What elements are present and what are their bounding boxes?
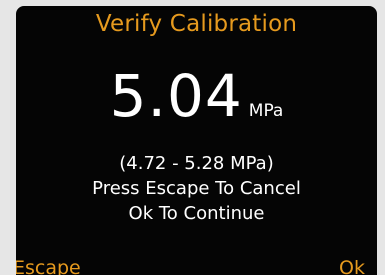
cancel-instruction: Press Escape To Cancel bbox=[92, 178, 301, 199]
reading-value: 5.04 bbox=[109, 62, 243, 130]
tolerance-range: (4.72 - 5.28 MPa) bbox=[119, 153, 274, 174]
device-bezel: Verify Calibration 5.04 MPa (4.72 - 5.28 … bbox=[0, 0, 385, 275]
pressure-reading: 5.04 MPa bbox=[16, 64, 377, 128]
escape-softkey[interactable]: Escape bbox=[16, 256, 81, 275]
instructions-block: (4.72 - 5.28 MPa) Press Escape To Cancel… bbox=[16, 151, 377, 226]
ok-softkey[interactable]: Ok bbox=[339, 256, 365, 275]
continue-instruction: Ok To Continue bbox=[128, 203, 265, 224]
display-screen: Verify Calibration 5.04 MPa (4.72 - 5.28 … bbox=[16, 6, 377, 275]
screen-title: Verify Calibration bbox=[95, 11, 298, 37]
reading-unit: MPa bbox=[248, 101, 284, 121]
